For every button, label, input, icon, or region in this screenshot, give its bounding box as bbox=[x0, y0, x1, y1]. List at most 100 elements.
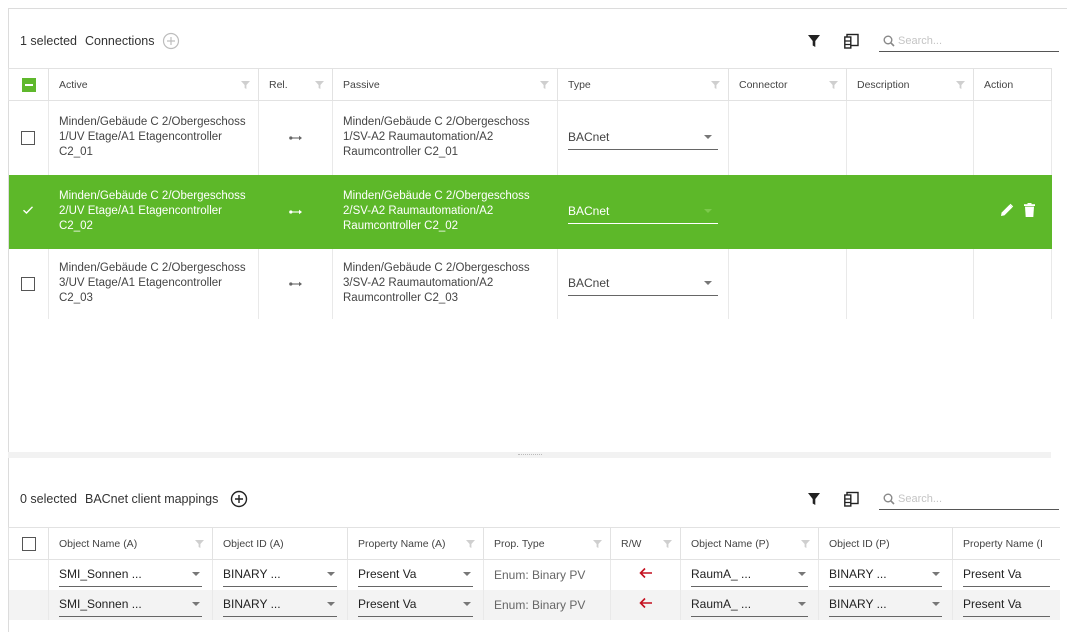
object-id-p-cell[interactable]: BINARY ... bbox=[818, 559, 953, 590]
add-connection-button[interactable] bbox=[162, 32, 180, 50]
row-checkbox-cell[interactable] bbox=[8, 174, 49, 249]
column-filter-icon[interactable] bbox=[540, 81, 549, 89]
check-icon[interactable] bbox=[22, 205, 34, 215]
add-circle-icon bbox=[163, 32, 180, 50]
connections-title: Connections bbox=[84, 34, 155, 48]
object-name-a-dropdown[interactable]: SMI_Sonnen ... bbox=[59, 593, 202, 617]
col-header-description[interactable]: Description bbox=[846, 68, 974, 101]
mappings-search-input[interactable] bbox=[898, 492, 1048, 505]
rel-cell bbox=[258, 248, 333, 319]
connections-search-input[interactable] bbox=[898, 34, 1048, 47]
select-all-checkbox-cell[interactable] bbox=[8, 68, 49, 101]
object-id-p-dropdown[interactable]: BINARY ... bbox=[829, 593, 942, 617]
delete-button[interactable] bbox=[1023, 203, 1035, 220]
rw-cell[interactable] bbox=[610, 589, 681, 620]
property-name-p-dropdown[interactable]: Present Va bbox=[963, 593, 1050, 617]
object-name-p-cell[interactable]: RaumA_ ... bbox=[680, 589, 819, 620]
connections-search[interactable] bbox=[879, 30, 1059, 52]
col-header-object-name-a[interactable]: Object Name (A) bbox=[48, 527, 213, 560]
col-header-passive[interactable]: Passive bbox=[332, 68, 558, 101]
edit-button[interactable] bbox=[1000, 203, 1014, 220]
property-name-a-dropdown[interactable]: Present Va bbox=[358, 593, 473, 617]
type-cell[interactable]: BACnet bbox=[557, 248, 729, 319]
col-header-object-id-p[interactable]: Object ID (P) bbox=[818, 527, 953, 560]
column-filter-icon[interactable] bbox=[711, 81, 720, 89]
table-row[interactable]: SMI_Sonnen ... BINARY ... Present Va Enu… bbox=[8, 589, 1060, 620]
row-checkbox-cell[interactable] bbox=[8, 100, 49, 175]
object-id-a-dropdown[interactable]: BINARY ... bbox=[223, 593, 337, 617]
row-checkbox[interactable] bbox=[21, 276, 36, 291]
connections-toolbar: 1 selected Connections bbox=[8, 26, 1059, 56]
table-row[interactable]: SMI_Sonnen ... BINARY ... Present Va Enu… bbox=[8, 559, 1060, 590]
row-checkbox-cell[interactable] bbox=[8, 248, 49, 319]
table-row[interactable]: Minden/Gebäude C 2/Obergeschoss 1/UV Eta… bbox=[8, 100, 1052, 175]
object-id-p-dropdown[interactable]: BINARY ... bbox=[829, 563, 942, 587]
column-filter-icon[interactable] bbox=[315, 81, 324, 89]
rw-cell[interactable] bbox=[610, 559, 681, 590]
row-checkbox[interactable] bbox=[21, 130, 36, 145]
column-filter-icon[interactable] bbox=[593, 540, 602, 548]
column-filter-icon[interactable] bbox=[829, 81, 838, 89]
column-filter-icon[interactable] bbox=[663, 540, 672, 548]
mappings-search[interactable] bbox=[879, 488, 1059, 510]
column-filter-icon[interactable] bbox=[801, 540, 810, 548]
select-all-checkbox[interactable] bbox=[21, 77, 36, 92]
object-name-a-cell[interactable]: SMI_Sonnen ... bbox=[48, 589, 213, 620]
delete-trash-icon bbox=[1023, 203, 1035, 217]
object-id-a-cell[interactable]: BINARY ... bbox=[212, 589, 348, 620]
table-row-selected[interactable]: Minden/Gebäude C 2/Obergeschoss 2/UV Eta… bbox=[8, 174, 1052, 249]
left-arrow-icon[interactable] bbox=[638, 597, 653, 609]
column-filter-icon[interactable] bbox=[241, 81, 250, 89]
property-name-a-dropdown[interactable]: Present Va bbox=[358, 563, 473, 587]
property-name-p-cell[interactable]: Present Va bbox=[953, 560, 1060, 590]
chevron-down-icon bbox=[327, 602, 335, 606]
col-header-object-name-p[interactable]: Object Name (P) bbox=[680, 527, 819, 560]
col-header-rw[interactable]: R/W bbox=[610, 527, 681, 560]
chevron-down-icon bbox=[932, 572, 940, 577]
col-header-rel[interactable]: Rel. bbox=[258, 68, 333, 101]
col-header-property-name-p[interactable]: Property Name (I bbox=[952, 527, 1060, 560]
filter-button[interactable] bbox=[803, 488, 825, 510]
select-all-checkbox-cell[interactable] bbox=[8, 527, 49, 560]
object-name-a-dropdown[interactable]: SMI_Sonnen ... bbox=[59, 563, 202, 587]
edit-pencil-icon bbox=[1001, 203, 1014, 216]
col-header-connector[interactable]: Connector bbox=[728, 68, 847, 101]
object-id-p-cell[interactable]: BINARY ... bbox=[818, 589, 953, 620]
add-mapping-button[interactable] bbox=[230, 490, 248, 508]
property-name-a-cell[interactable]: Present Va bbox=[347, 559, 484, 590]
property-name-p-dropdown[interactable]: Present Va bbox=[963, 563, 1050, 587]
type-dropdown[interactable]: BACnet bbox=[568, 126, 718, 150]
object-name-p-cell[interactable]: RaumA_ ... bbox=[680, 559, 819, 590]
object-id-a-dropdown[interactable]: BINARY ... bbox=[223, 563, 337, 587]
table-row[interactable]: Minden/Gebäude C 2/Obergeschoss 3/UV Eta… bbox=[8, 248, 1052, 319]
relation-arrow-icon bbox=[288, 281, 302, 286]
type-dropdown[interactable]: BACnet bbox=[568, 200, 718, 224]
panel-splitter[interactable] bbox=[8, 452, 1051, 458]
type-cell[interactable]: BACnet bbox=[557, 100, 729, 175]
col-header-action[interactable]: Action bbox=[973, 68, 1052, 101]
object-id-a-cell[interactable]: BINARY ... bbox=[212, 559, 348, 590]
filter-button[interactable] bbox=[803, 30, 825, 52]
column-chooser-button[interactable] bbox=[841, 30, 863, 52]
connector-cell bbox=[728, 100, 847, 175]
left-arrow-icon[interactable] bbox=[638, 567, 653, 579]
select-all-checkbox[interactable] bbox=[21, 536, 36, 551]
col-header-object-id-a[interactable]: Object ID (A) bbox=[212, 527, 348, 560]
col-header-prop-type[interactable]: Prop. Type bbox=[483, 527, 611, 560]
chevron-down-icon bbox=[192, 572, 200, 577]
property-name-a-cell[interactable]: Present Va bbox=[347, 589, 484, 620]
object-name-a-cell[interactable]: SMI_Sonnen ... bbox=[48, 559, 213, 590]
column-filter-icon[interactable] bbox=[956, 81, 965, 89]
col-header-type[interactable]: Type bbox=[557, 68, 729, 101]
object-name-p-dropdown[interactable]: RaumA_ ... bbox=[691, 593, 808, 617]
column-filter-icon[interactable] bbox=[195, 540, 204, 548]
type-dropdown[interactable]: BACnet bbox=[568, 272, 718, 296]
splitter-grip[interactable] bbox=[517, 454, 542, 456]
col-header-active[interactable]: Active bbox=[48, 68, 259, 101]
property-name-p-cell[interactable]: Present Va bbox=[952, 589, 1060, 620]
col-header-property-name-a[interactable]: Property Name (A) bbox=[347, 527, 484, 560]
type-cell[interactable]: BACnet bbox=[557, 174, 729, 249]
column-chooser-button[interactable] bbox=[841, 488, 863, 510]
object-name-p-dropdown[interactable]: RaumA_ ... bbox=[691, 563, 808, 587]
column-filter-icon[interactable] bbox=[466, 540, 475, 548]
